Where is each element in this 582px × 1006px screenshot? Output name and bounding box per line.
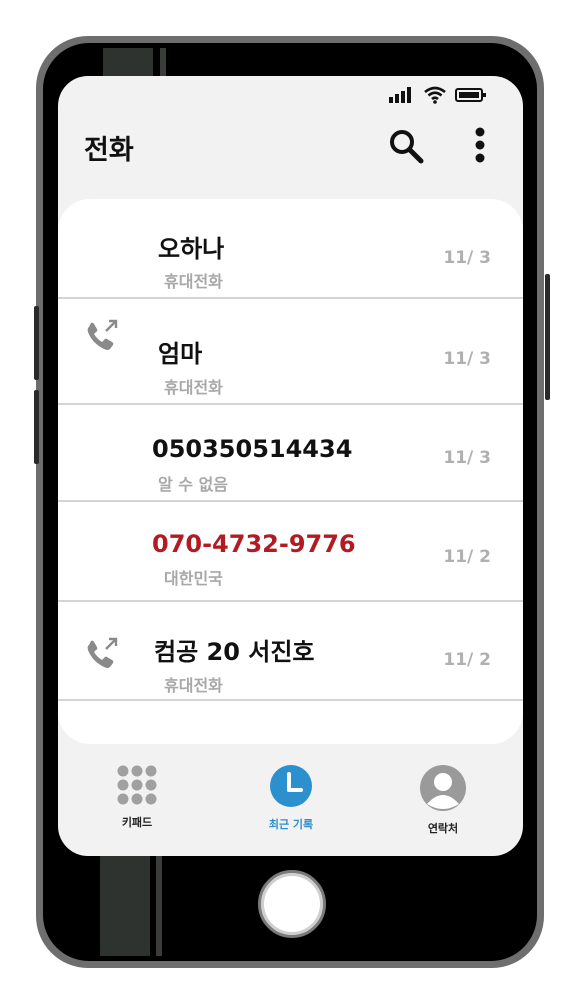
reflection-stripe-top	[103, 48, 153, 76]
call-row[interactable]: 컴공 20 서진호 휴대전화 11/ 2	[58, 602, 523, 701]
reflection-stripe-bottom-thin	[156, 856, 162, 956]
clock-icon	[270, 765, 312, 807]
caller-name: 컴공 20 서진호	[154, 638, 315, 666]
call-row[interactable]: 070-4732-9776 대한민국 11/ 2	[58, 502, 523, 602]
call-date: 11/ 3	[443, 448, 491, 468]
more-vertical-icon[interactable]	[468, 126, 492, 166]
search-icon[interactable]	[386, 126, 426, 166]
call-type: 알 수 없음	[158, 475, 229, 494]
call-row[interactable]: 오하나 휴대전화 11/ 3	[58, 199, 523, 299]
row-divider	[58, 297, 523, 299]
call-type: 휴대전화	[164, 676, 223, 695]
signal-icon	[389, 87, 411, 103]
page-title: 전화	[84, 135, 134, 166]
nav-keypad[interactable]: 키패드	[82, 764, 192, 830]
volume-up-button[interactable]	[34, 306, 39, 380]
caller-name: 오하나	[158, 235, 225, 263]
power-button[interactable]	[545, 274, 550, 400]
nav-recents[interactable]: 최근 기록	[236, 764, 346, 832]
call-date: 11/ 3	[443, 248, 491, 268]
row-divider	[58, 699, 523, 701]
caller-name: 엄마	[158, 340, 203, 368]
keypad-icon	[117, 765, 157, 805]
screen: 전화 오하나 휴대전화 11/ 3 엄마 휴대전화 11/ 3 05035051…	[58, 76, 523, 856]
battery-icon	[455, 88, 486, 102]
call-date: 11/ 2	[443, 650, 491, 670]
call-type: 휴대전화	[164, 378, 223, 397]
nav-keypad-label: 키패드	[121, 816, 153, 829]
outgoing-call-icon	[87, 637, 118, 668]
call-type: 대한민국	[164, 569, 223, 588]
reflection-stripe-bottom	[100, 856, 150, 956]
outgoing-call-icon	[87, 319, 118, 350]
caller-name: 070-4732-9776	[152, 530, 356, 558]
bottom-nav: 키패드 최근 기록 연락처	[58, 756, 523, 856]
wifi-icon	[424, 86, 446, 104]
call-log-list: 오하나 휴대전화 11/ 3 엄마 휴대전화 11/ 3 05035051443…	[58, 199, 523, 744]
call-row[interactable]: 엄마 휴대전화 11/ 3	[58, 306, 523, 405]
nav-contacts-label: 연락처	[427, 822, 459, 835]
nav-recents-label: 최근 기록	[268, 818, 314, 831]
call-type: 휴대전화	[164, 272, 223, 291]
call-date: 11/ 2	[443, 547, 491, 567]
contact-avatar-icon	[420, 765, 466, 811]
call-row[interactable]: 050350514434 알 수 없음 11/ 3	[58, 405, 523, 502]
status-bar	[389, 86, 487, 104]
call-date: 11/ 3	[443, 349, 491, 369]
home-button[interactable]	[258, 870, 326, 938]
reflection-stripe-top-thin	[160, 48, 166, 76]
volume-down-button[interactable]	[34, 390, 39, 464]
nav-contacts[interactable]: 연락처	[388, 764, 498, 836]
caller-name: 050350514434	[152, 435, 353, 463]
